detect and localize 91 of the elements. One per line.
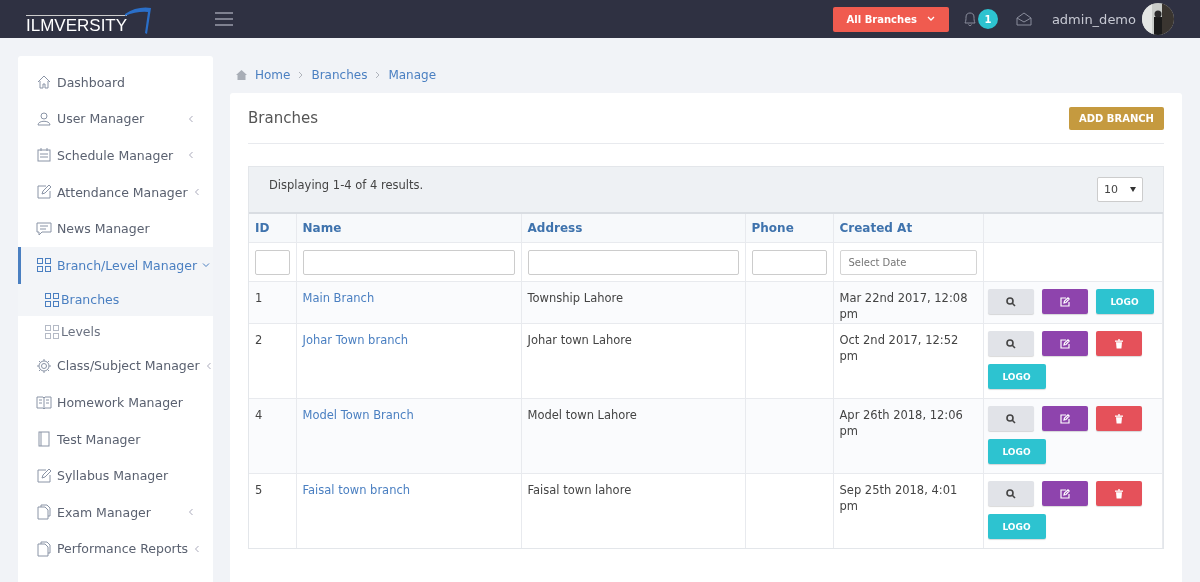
sidebar-item[interactable]: News Manager	[18, 210, 213, 247]
logo: ILMVERSITY	[26, 4, 154, 34]
sidebar-item[interactable]: Homework Manager	[18, 384, 213, 421]
search-icon	[1005, 338, 1016, 349]
calendar-icon	[36, 147, 52, 164]
delete-button[interactable]	[1095, 406, 1142, 431]
edit-icon	[36, 467, 52, 484]
home-icon	[36, 74, 52, 91]
chat-icon	[36, 220, 52, 237]
table-cell-text: Johar town Lahore	[527, 332, 633, 348]
page-size-select[interactable]: 10	[1097, 177, 1143, 202]
column-header[interactable]: ID	[255, 221, 270, 235]
branch-dropdown[interactable]: All Branches	[832, 6, 949, 32]
table-cell-text: Township Lahore	[527, 290, 625, 306]
gear-icon	[36, 357, 52, 374]
branch-link[interactable]: Faisal town branch	[302, 474, 515, 498]
chevron-right-icon	[375, 70, 381, 79]
table-cell-text: 2	[255, 332, 264, 348]
filter-field[interactable]	[255, 249, 290, 275]
column-header[interactable]: Address	[527, 221, 583, 235]
username[interactable]: admin_demo	[1051, 11, 1136, 27]
results-summary: Displaying 1-4 of 4 results.	[269, 178, 424, 192]
breadcrumb-link[interactable]: Home	[255, 67, 291, 82]
sidebar-item[interactable]: Exam Manager	[18, 493, 213, 531]
edit-button[interactable]	[1041, 289, 1088, 314]
doc-icon	[36, 540, 52, 557]
table-cell-text: Sep 25th 2018, 4:01 pm	[839, 482, 959, 514]
trash-icon	[1113, 488, 1124, 499]
edit-icon	[36, 184, 52, 201]
edit-icon	[1059, 488, 1070, 499]
table-cell-text: 5	[255, 482, 264, 498]
sidebar-item[interactable]: Syllabus Manager	[18, 457, 213, 494]
table-cell-text: 4	[255, 407, 264, 423]
search-icon	[1005, 488, 1016, 499]
menu-icon[interactable]	[215, 12, 234, 26]
sidebar-item[interactable]: Test Manager	[18, 420, 213, 458]
sidebar-subitem[interactable]: Levels	[18, 315, 213, 348]
doc-icon	[36, 504, 52, 521]
search-icon	[1005, 413, 1016, 424]
sidebar-item[interactable]: Schedule Manager	[18, 137, 213, 174]
table-cell-text: Apr 26th 2018, 12:06 pm	[839, 407, 964, 439]
edit-icon	[1059, 296, 1070, 307]
branch-link[interactable]: Johar Town branch	[302, 324, 515, 348]
notebook-icon	[36, 431, 52, 448]
page-title: Branches	[248, 109, 318, 127]
bell-icon[interactable]	[962, 11, 977, 27]
view-button[interactable]	[987, 481, 1034, 506]
edit-button[interactable]	[1041, 406, 1088, 431]
trash-icon	[1113, 413, 1124, 424]
sidebar-item[interactable]: Attendance Manager	[18, 173, 213, 211]
column-header[interactable]: Name	[302, 221, 342, 235]
filter-field[interactable]	[527, 249, 739, 275]
book-icon	[36, 394, 52, 411]
table-cell-text: Mar 22nd 2017, 12:08 pm	[839, 290, 969, 322]
sidebar-item[interactable]: Branch/Level Manager	[18, 246, 213, 284]
view-button[interactable]	[987, 331, 1034, 356]
sidebar-item[interactable]: User Manager	[18, 100, 213, 138]
notification-badge: 1	[977, 9, 998, 29]
filter-field[interactable]	[751, 249, 827, 275]
user-icon	[36, 110, 52, 127]
add-branch-button[interactable]: ADD BRANCH	[1069, 106, 1164, 130]
breadcrumb-link[interactable]: Manage	[388, 67, 437, 82]
edit-icon	[1059, 413, 1070, 424]
view-button[interactable]	[987, 289, 1034, 314]
date-filter-field[interactable]: Select Date	[839, 249, 977, 275]
breadcrumb-link[interactable]: Branches	[311, 67, 368, 82]
envelope-icon[interactable]	[1015, 12, 1032, 26]
filter-field[interactable]	[302, 249, 515, 275]
caret-down-icon	[1130, 187, 1136, 192]
chevron-right-icon	[298, 70, 304, 79]
search-icon	[1005, 296, 1016, 307]
grid-icon	[36, 257, 52, 274]
sidebar-item[interactable]: Dashboard	[18, 64, 213, 101]
chevron-down-icon	[926, 16, 935, 22]
edit-button[interactable]	[1041, 481, 1088, 506]
table-cell-text: Oct 2nd 2017, 12:52 pm	[839, 332, 960, 364]
edit-button[interactable]	[1041, 331, 1088, 356]
sidebar-item[interactable]: Performance Reports	[18, 530, 213, 568]
sidebar-item[interactable]: Class/Subject Manager	[18, 347, 213, 385]
edit-icon	[1059, 338, 1070, 349]
grid-icon	[44, 291, 60, 308]
delete-button[interactable]	[1095, 331, 1142, 356]
view-button[interactable]	[987, 406, 1034, 431]
table-cell-text: Model town Lahore	[527, 407, 638, 423]
table-cell-text: 1	[255, 290, 264, 306]
delete-button[interactable]	[1095, 481, 1142, 506]
table-cell-text: Faisal town lahore	[527, 482, 633, 498]
home-icon	[236, 69, 247, 80]
trash-icon	[1113, 338, 1124, 349]
grid-icon	[44, 323, 60, 340]
sidebar-subitem[interactable]: Branches	[18, 283, 213, 316]
